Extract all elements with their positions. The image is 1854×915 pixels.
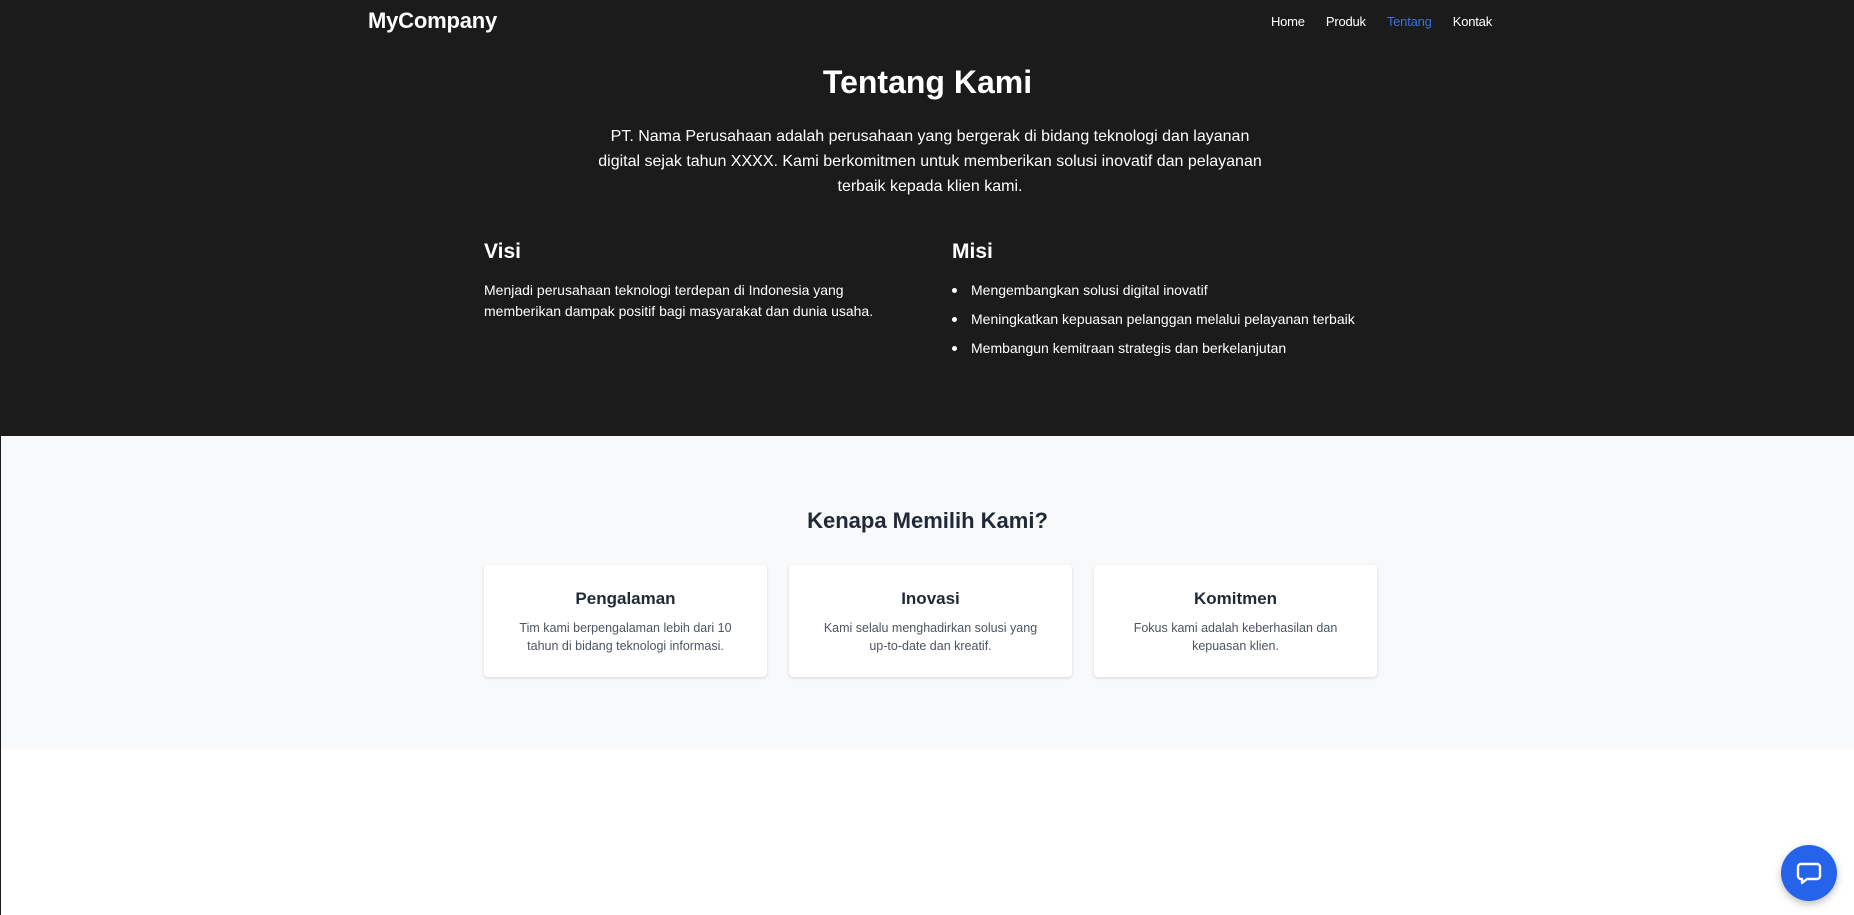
about-section: MyCompany Home Produk Tentang Kontak Ten… (1, 0, 1854, 436)
feature-cards: Pengalaman Tim kami berpengalaman lebih … (484, 565, 1377, 677)
visi-block: Visi Menjadi perusahaan teknologi terdep… (484, 240, 904, 322)
misi-heading: Misi (952, 240, 993, 263)
feature-card-pengalaman: Pengalaman Tim kami berpengalaman lebih … (484, 565, 767, 677)
brand-logo[interactable]: MyCompany (368, 8, 497, 34)
visi-text: Menjadi perusahaan teknologi terdepan di… (484, 282, 874, 319)
navbar: MyCompany Home Produk Tentang Kontak (1, 0, 1854, 42)
card-text: Tim kami berpengalaman lebih dari 10 tah… (519, 621, 732, 653)
misi-item: Membangun kemitraan strategis dan berkel… (952, 338, 1382, 359)
nav-link-kontak[interactable]: Kontak (1453, 14, 1492, 29)
misi-item: Meningkatkan kepuasan pelanggan melalui … (952, 309, 1382, 330)
feature-card-komitmen: Komitmen Fokus kami adalah keberhasilan … (1094, 565, 1377, 677)
nav-link-produk[interactable]: Produk (1326, 14, 1366, 29)
card-text: Fokus kami adalah keberhasilan dan kepua… (1133, 621, 1338, 653)
misi-list: Mengembangkan solusi digital inovatif Me… (952, 280, 1382, 359)
why-section: Kenapa Memilih Kami? Pengalaman Tim kami… (1, 436, 1854, 749)
misi-item: Mengembangkan solusi digital inovatif (952, 280, 1382, 301)
misi-block: Misi Mengembangkan solusi digital inovat… (952, 240, 1382, 367)
nav-links: Home Produk Tentang Kontak (1271, 14, 1492, 29)
card-title: Inovasi (901, 589, 960, 608)
card-title: Pengalaman (575, 589, 676, 608)
nav-link-home[interactable]: Home (1271, 14, 1305, 29)
page-title: Tentang Kami (822, 64, 1033, 100)
why-title: Kenapa Memilih Kami? (807, 508, 1048, 533)
visi-heading: Visi (484, 240, 521, 263)
card-title: Komitmen (1193, 589, 1278, 608)
chat-bubble-icon (1796, 862, 1822, 885)
feature-card-inovasi: Inovasi Kami selalu menghadirkan solusi … (789, 565, 1072, 677)
card-text: Kami selalu menghadirkan solusi yang up-… (823, 621, 1038, 653)
about-description: PT. Nama Perusahaan adalah perusahaan ya… (598, 128, 1262, 195)
nav-link-tentang[interactable]: Tentang (1387, 14, 1432, 29)
chat-button[interactable] (1781, 845, 1837, 901)
